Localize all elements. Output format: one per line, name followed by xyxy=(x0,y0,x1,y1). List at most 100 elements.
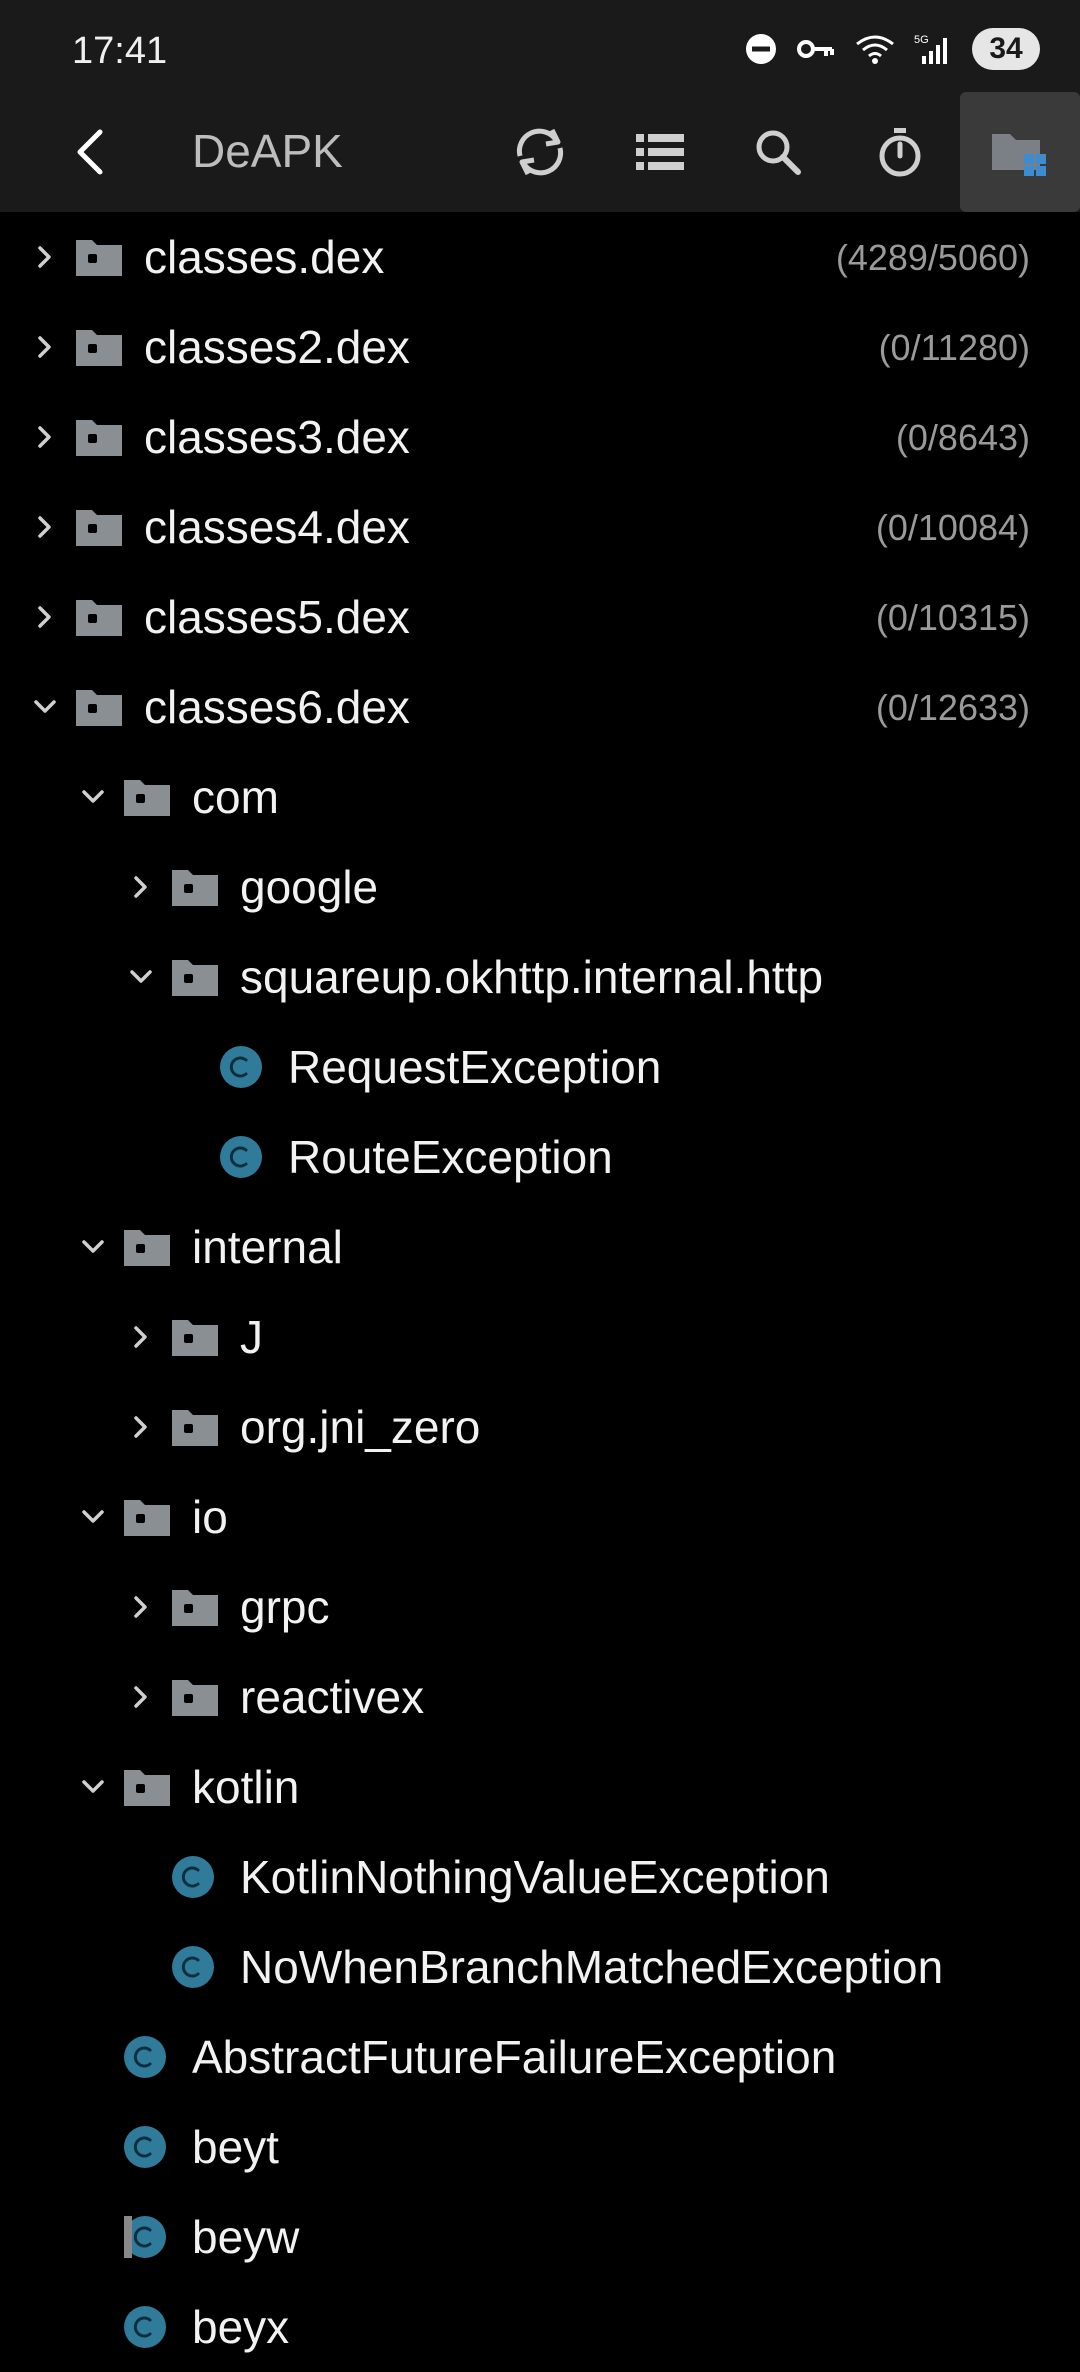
tree-folder-row[interactable]: grpc xyxy=(0,1562,1080,1652)
tree-class-row[interactable]: NoWhenBranchMatchedException xyxy=(0,1922,1080,2012)
app-title: DeAPK xyxy=(192,125,343,177)
tree-item-label: internal xyxy=(192,1221,343,1273)
tree-item-label: classes.dex xyxy=(144,231,385,283)
class-icon xyxy=(122,2124,168,2170)
chevron-down-icon[interactable] xyxy=(76,1770,110,1804)
chevron-right-icon[interactable] xyxy=(28,510,62,544)
tree-folder-row[interactable]: classes2.dex (0/11280) xyxy=(0,302,1080,392)
folder-icon xyxy=(74,506,124,548)
tree-folder-row[interactable]: google xyxy=(0,842,1080,932)
chevron-right-icon[interactable] xyxy=(124,1410,158,1444)
folder-icon xyxy=(122,776,172,818)
tree-item-label: beyw xyxy=(192,2211,300,2263)
chevron-right-icon[interactable] xyxy=(124,1320,158,1354)
tree-item-label: beyt xyxy=(192,2121,279,2173)
folder-icon xyxy=(74,416,124,458)
chevron-right-icon[interactable] xyxy=(28,330,62,364)
tree-item-label: com xyxy=(192,771,279,823)
folder-icon xyxy=(122,1496,172,1538)
folder-icon xyxy=(122,1766,172,1808)
app-toolbar: DeAPK xyxy=(0,92,1080,212)
class-count: (0/10084) xyxy=(875,507,1030,548)
tree-item-label: classes2.dex xyxy=(144,321,410,373)
tree-item-label: kotlin xyxy=(192,1761,300,1813)
tree-folder-row[interactable]: classes.dex (4289/5060) xyxy=(0,212,1080,302)
tree-class-row[interactable]: beyx xyxy=(0,2282,1080,2372)
folder-icon xyxy=(170,1316,220,1358)
back-arrow-icon[interactable] xyxy=(60,120,124,184)
tree-item-label: classes4.dex xyxy=(144,501,410,553)
folder-icon xyxy=(74,686,124,728)
tree-item-label: classes5.dex xyxy=(144,591,410,643)
folder-icon xyxy=(74,236,124,278)
tree-folder-row[interactable]: classes3.dex (0/8643) xyxy=(0,392,1080,482)
chevron-down-icon[interactable] xyxy=(28,690,62,724)
tree-item-label: J xyxy=(240,1311,263,1363)
do-not-disturb-icon xyxy=(744,32,778,66)
folder-icon xyxy=(74,326,124,368)
wifi-icon xyxy=(854,32,896,66)
tree-folder-row[interactable]: kotlin xyxy=(0,1742,1080,1832)
tree-class-row[interactable]: beyw xyxy=(0,2192,1080,2282)
signal-5g-icon: 5G xyxy=(914,32,954,66)
tree-folder-row[interactable]: reactivex xyxy=(0,1652,1080,1742)
battery-level: 34 xyxy=(972,28,1040,70)
tree-folder-row[interactable]: internal xyxy=(0,1202,1080,1292)
tree-folder-row[interactable]: com xyxy=(0,752,1080,842)
list-icon[interactable] xyxy=(622,114,698,190)
tree-item-label: google xyxy=(240,861,379,913)
tree-item-label: reactivex xyxy=(240,1671,425,1723)
chevron-right-icon[interactable] xyxy=(28,600,62,634)
tree-item-label: KotlinNothingValueException xyxy=(240,1851,830,1903)
tree-item-label: beyx xyxy=(192,2301,290,2353)
chevron-down-icon[interactable] xyxy=(76,1230,110,1264)
class-icon xyxy=(122,2304,168,2350)
tree-item-label: RouteException xyxy=(288,1131,613,1183)
chevron-right-icon[interactable] xyxy=(124,1680,158,1714)
folder-icon xyxy=(74,596,124,638)
folder-tree-icon[interactable] xyxy=(960,92,1080,212)
class-icon xyxy=(122,2034,168,2080)
vpn-key-icon xyxy=(796,35,836,63)
folder-icon xyxy=(122,1226,172,1268)
class-count: (0/12633) xyxy=(875,687,1030,728)
tree-folder-row[interactable]: J xyxy=(0,1292,1080,1382)
tree-class-row[interactable]: RouteException xyxy=(0,1112,1080,1202)
folder-icon xyxy=(170,956,220,998)
tree-item-label: io xyxy=(192,1491,228,1543)
search-icon[interactable] xyxy=(740,114,816,190)
tree-folder-row[interactable]: classes6.dex (0/12633) xyxy=(0,662,1080,752)
tree-class-row[interactable]: AbstractFutureFailureException xyxy=(0,2012,1080,2102)
sync-icon[interactable] xyxy=(502,114,578,190)
chevron-right-icon[interactable] xyxy=(28,420,62,454)
tree-class-row[interactable]: KotlinNothingValueException xyxy=(0,1832,1080,1922)
tree-item-label: RequestException xyxy=(288,1041,662,1093)
chevron-down-icon[interactable] xyxy=(76,780,110,814)
status-icons: 5G 34 xyxy=(744,28,1040,70)
chevron-right-icon[interactable] xyxy=(124,870,158,904)
tree-class-row[interactable]: RequestException xyxy=(0,1022,1080,1112)
chevron-right-icon[interactable] xyxy=(28,240,62,274)
svg-text:5G: 5G xyxy=(914,34,929,46)
folder-icon xyxy=(170,866,220,908)
timer-icon[interactable] xyxy=(862,114,938,190)
class-icon xyxy=(170,1944,216,1990)
tree-folder-row[interactable]: classes4.dex (0/10084) xyxy=(0,482,1080,572)
chevron-right-icon[interactable] xyxy=(124,1590,158,1624)
chevron-down-icon[interactable] xyxy=(124,960,158,994)
tree-folder-row[interactable]: io xyxy=(0,1472,1080,1562)
tree-folder-row[interactable]: classes5.dex (0/10315) xyxy=(0,572,1080,662)
class-count: (0/11280) xyxy=(878,327,1030,368)
folder-icon xyxy=(170,1406,220,1448)
tree-item-label: classes6.dex xyxy=(144,681,410,733)
tree-class-row[interactable]: beyt xyxy=(0,2102,1080,2192)
tree-folder-row[interactable]: org.jni_zero xyxy=(0,1382,1080,1472)
tree-folder-row[interactable]: squareup.okhttp.internal.http xyxy=(0,932,1080,1022)
chevron-down-icon[interactable] xyxy=(76,1500,110,1534)
class-icon xyxy=(218,1134,264,1180)
tree-item-label: squareup.okhttp.internal.http xyxy=(240,951,824,1003)
folder-icon xyxy=(170,1586,220,1628)
tree-item-label: AbstractFutureFailureException xyxy=(192,2031,837,2083)
tree-item-label: NoWhenBranchMatchedException xyxy=(240,1941,944,1993)
class-icon xyxy=(122,2214,168,2260)
